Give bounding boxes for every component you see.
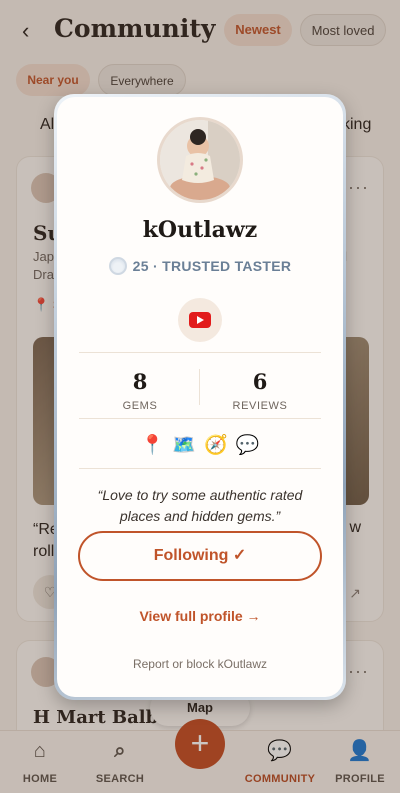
divider <box>79 418 321 419</box>
stat-gems-label: GEMS <box>122 400 158 412</box>
stat-reviews-label: REVIEWS <box>232 400 288 412</box>
profile-photo <box>160 120 240 200</box>
pin-badge-icon: 📍 <box>140 435 165 456</box>
rank-text: 25 · TRUSTED TASTER <box>132 258 292 274</box>
stat-gems-value: 8 <box>132 369 148 394</box>
profile-bio: “Love to try some authentic rated places… <box>97 487 303 524</box>
youtube-link[interactable] <box>178 298 222 342</box>
stat-reviews: 6 REVIEWS <box>200 369 320 412</box>
view-full-profile-link[interactable]: View full profile → <box>57 608 343 624</box>
stat-gems: 8 GEMS <box>80 369 200 412</box>
profile-avatar <box>157 117 243 203</box>
profile-modal: kOutlawz 25 · TRUSTED TASTER 8 GEMS 6 RE… <box>57 97 343 697</box>
report-block-link[interactable]: Report or block kOutlawz <box>57 657 343 671</box>
rank-line: 25 · TRUSTED TASTER <box>57 257 343 275</box>
divider <box>79 468 321 469</box>
rank-badge-icon <box>108 257 127 275</box>
stat-reviews-value: 6 <box>252 369 268 394</box>
speech-bubble-badge-icon: 💬 <box>235 435 260 456</box>
compass-badge-icon: 🧭 <box>204 435 228 456</box>
divider <box>79 352 321 353</box>
profile-username: kOutlawz <box>142 217 258 243</box>
map-badge-icon: 🗺️ <box>172 435 196 456</box>
following-button[interactable]: Following ✓ <box>78 531 322 581</box>
youtube-icon <box>189 312 211 328</box>
badge-row: 📍 🗺️ 🧭 💬 <box>57 433 343 457</box>
